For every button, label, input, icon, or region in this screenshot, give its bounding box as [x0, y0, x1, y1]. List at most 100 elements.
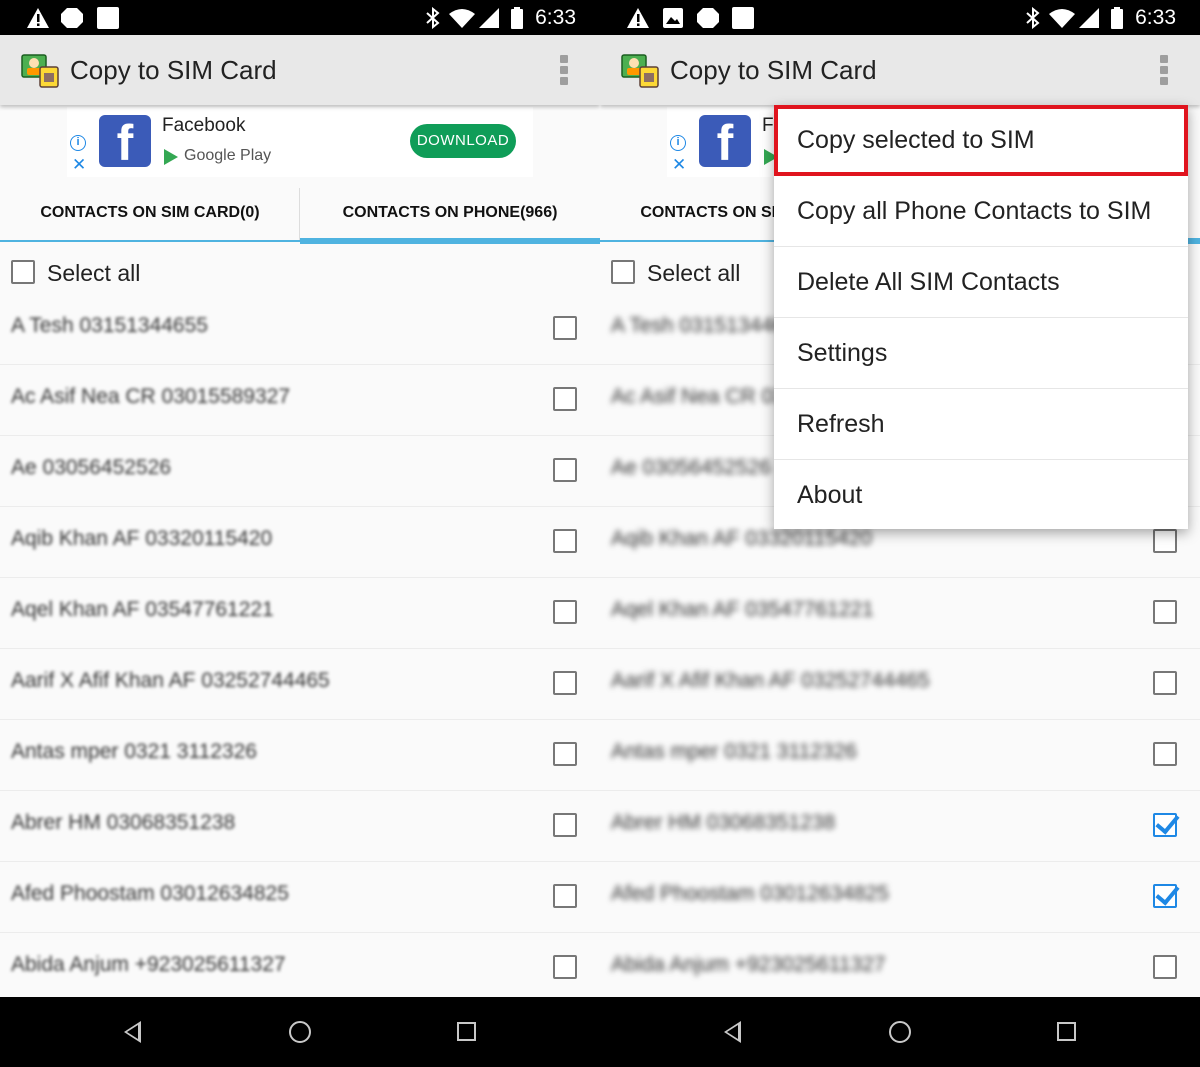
- tab-sim-contacts[interactable]: CONTACTS ON SIM CARD(0): [0, 181, 300, 247]
- contact-name: Abida Anjum +923025611327: [611, 953, 886, 976]
- contact-row[interactable]: Abida Anjum +923025611327: [600, 933, 1200, 1004]
- contact-name: Antas mper 0321 3112326: [611, 740, 857, 763]
- back-icon[interactable]: [124, 1021, 141, 1043]
- recents-icon[interactable]: [1057, 1022, 1076, 1041]
- download-button[interactable]: DOWNLOAD: [410, 124, 516, 158]
- contact-checkbox[interactable]: [553, 316, 577, 340]
- contact-checkbox[interactable]: [1153, 671, 1177, 695]
- menu-item-copy-all[interactable]: Copy all Phone Contacts to SIM: [774, 176, 1188, 247]
- contact-row[interactable]: Antas mper 0321 3112326: [600, 720, 1200, 791]
- status-time: 6:33: [1135, 6, 1176, 29]
- contact-row[interactable]: Ae 03056452526: [0, 436, 600, 507]
- ad-app-name: Facebook: [162, 115, 246, 136]
- contact-name: Abida Anjum +923025611327: [11, 953, 286, 976]
- contact-checkbox[interactable]: [553, 671, 577, 695]
- contact-name: Abrer HM 03068351238: [611, 811, 836, 834]
- overflow-popup-menu: Copy selected to SIM Copy all Phone Cont…: [774, 105, 1188, 529]
- ad-close-icon[interactable]: ✕: [672, 156, 686, 173]
- contact-checkbox[interactable]: [553, 458, 577, 482]
- contact-row[interactable]: Aqib Khan AF 03320115420: [0, 507, 600, 578]
- contact-name: Ac Asif Nea CR 03015589327: [11, 385, 291, 408]
- contact-row[interactable]: Antas mper 0321 3112326: [0, 720, 600, 791]
- status-bar: 6:33: [0, 0, 600, 35]
- image-icon: [663, 8, 683, 28]
- nav-bar: [600, 997, 1200, 1067]
- contact-checkbox[interactable]: [553, 600, 577, 624]
- contact-checkbox[interactable]: [553, 955, 577, 979]
- contact-row[interactable]: A Tesh 03151344655: [0, 294, 600, 365]
- menu-item-about[interactable]: About: [774, 460, 1188, 531]
- ad-close-icon[interactable]: ✕: [72, 156, 86, 173]
- nav-bar: [0, 997, 600, 1067]
- signal-icon: [1079, 8, 1099, 28]
- contact-row[interactable]: Abrer HM 03068351238: [600, 791, 1200, 862]
- contact-row[interactable]: Abida Anjum +923025611327: [0, 933, 600, 1004]
- overflow-menu-button[interactable]: [558, 55, 570, 87]
- contact-name: Ae 03056452526: [611, 456, 771, 479]
- notification-icon: [61, 8, 83, 28]
- battery-icon: [511, 7, 523, 29]
- ad-info-icon[interactable]: i: [670, 135, 686, 151]
- contact-name: Aqib Khan AF 03320115420: [11, 527, 273, 550]
- app-bar: Copy to SIM Card: [0, 35, 600, 105]
- back-icon[interactable]: [724, 1021, 741, 1043]
- tab-active-indicator: [300, 238, 600, 244]
- wifi-icon: [449, 9, 475, 28]
- notification-square-icon: [97, 7, 119, 29]
- warning-icon: [627, 8, 649, 28]
- contact-checkbox[interactable]: [553, 742, 577, 766]
- recents-icon[interactable]: [457, 1022, 476, 1041]
- contact-checkbox[interactable]: [1153, 742, 1177, 766]
- ad-store-name: Google Play: [184, 147, 272, 164]
- contact-checkbox[interactable]: [1153, 813, 1177, 837]
- bluetooth-icon: [1026, 7, 1040, 29]
- contact-checkbox[interactable]: [1153, 955, 1177, 979]
- home-icon[interactable]: [289, 1021, 311, 1043]
- menu-item-delete-all[interactable]: Delete All SIM Contacts: [774, 247, 1188, 318]
- contact-row[interactable]: Ac Asif Nea CR 03015589327: [0, 365, 600, 436]
- tab-divider: [299, 188, 300, 240]
- ad-info-icon[interactable]: i: [70, 135, 86, 151]
- contact-name: A Tesh 03151344655: [11, 314, 208, 337]
- select-all-label: Select all: [647, 260, 741, 286]
- contact-row[interactable]: Aarif X Afif Khan AF 03252744465: [600, 649, 1200, 720]
- signal-icon: [479, 8, 499, 28]
- contact-name: Afed Phoostam 03012634825: [611, 882, 889, 905]
- menu-item-settings[interactable]: Settings: [774, 318, 1188, 389]
- contact-name: Ae 03056452526: [11, 456, 171, 479]
- contact-checkbox[interactable]: [1153, 529, 1177, 553]
- contact-row[interactable]: Aqel Khan AF 03547761221: [0, 578, 600, 649]
- app-bar: Copy to SIM Card: [600, 35, 1200, 105]
- contact-name: Aqel Khan AF 03547761221: [11, 598, 274, 621]
- contact-row[interactable]: Aarif X Afif Khan AF 03252744465: [0, 649, 600, 720]
- notification-square-icon: [732, 7, 754, 29]
- contact-row[interactable]: Afed Phoostam 03012634825: [600, 862, 1200, 933]
- contact-name: Abrer HM 03068351238: [11, 811, 236, 834]
- contact-checkbox[interactable]: [553, 529, 577, 553]
- contact-name: Afed Phoostam 03012634825: [11, 882, 289, 905]
- facebook-logo-icon: f: [699, 115, 751, 167]
- menu-item-refresh[interactable]: Refresh: [774, 389, 1188, 460]
- contact-checkbox[interactable]: [553, 884, 577, 908]
- contact-name: Aqel Khan AF 03547761221: [611, 598, 874, 621]
- status-bar: 6:33: [600, 0, 1200, 35]
- warning-icon: [27, 8, 49, 28]
- contact-row[interactable]: Afed Phoostam 03012634825: [0, 862, 600, 933]
- overflow-menu-button[interactable]: [1158, 55, 1170, 87]
- select-all-checkbox[interactable]: [611, 260, 635, 284]
- contact-checkbox[interactable]: [1153, 884, 1177, 908]
- select-all-checkbox[interactable]: [11, 260, 35, 284]
- contact-checkbox[interactable]: [553, 387, 577, 411]
- notification-icon: [697, 8, 719, 28]
- ad-banner[interactable]: i ✕ f Facebook Google Play DOWNLOAD: [67, 107, 533, 177]
- contact-checkbox[interactable]: [553, 813, 577, 837]
- bluetooth-icon: [426, 7, 440, 29]
- select-all-label: Select all: [47, 260, 141, 286]
- contact-row[interactable]: Aqel Khan AF 03547761221: [600, 578, 1200, 649]
- contact-checkbox[interactable]: [1153, 600, 1177, 624]
- home-icon[interactable]: [889, 1021, 911, 1043]
- menu-item-copy-selected[interactable]: Copy selected to SIM: [774, 105, 1188, 176]
- contact-name: Antas mper 0321 3112326: [11, 740, 257, 763]
- contact-row[interactable]: Abrer HM 03068351238: [0, 791, 600, 862]
- contact-name: Aarif X Afif Khan AF 03252744465: [611, 669, 930, 692]
